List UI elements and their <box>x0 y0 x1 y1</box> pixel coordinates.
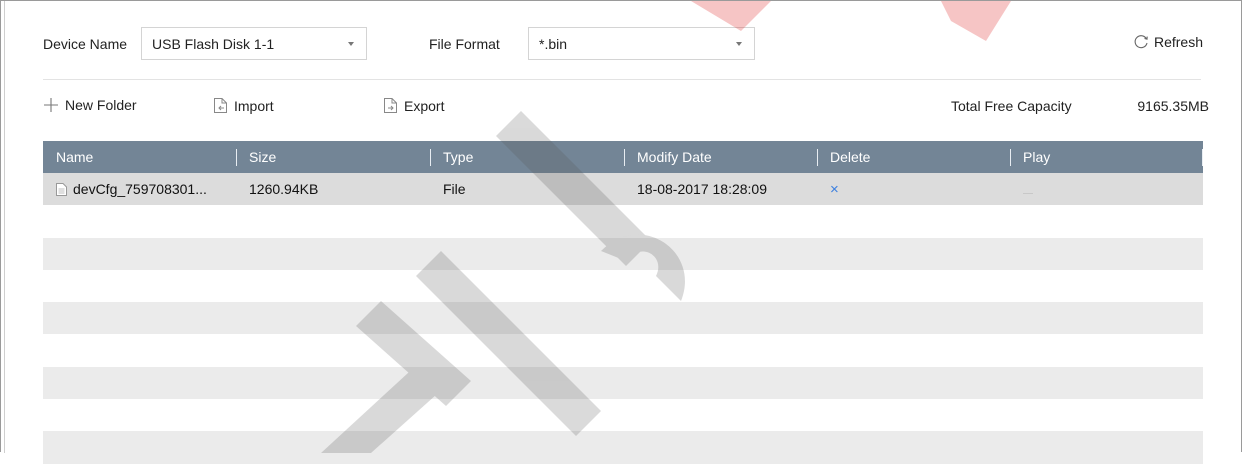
refresh-icon <box>1134 35 1148 49</box>
new-folder-button[interactable]: New Folder <box>43 97 137 113</box>
column-header-play: Play <box>1010 141 1203 173</box>
refresh-button[interactable]: Refresh <box>1132 33 1203 51</box>
refresh-label: Refresh <box>1153 34 1203 50</box>
table-row-empty <box>43 302 1203 335</box>
cell-name: devCfg_759708301... <box>43 181 236 197</box>
table-header: Name Size Type Modify Date Delete Play <box>43 141 1203 173</box>
cell-size: 1260.94KB <box>249 181 319 198</box>
table-row-empty <box>43 334 1203 367</box>
file-name: devCfg_759708301... <box>73 181 207 198</box>
column-header-name[interactable]: Name <box>43 141 236 173</box>
export-icon <box>384 98 397 113</box>
cell-play <box>1010 181 1203 197</box>
file-icon <box>56 182 67 196</box>
device-name-label: Device Name <box>43 36 128 52</box>
plus-icon <box>44 98 58 112</box>
table-body: devCfg_759708301... 1260.94KB File 18-08… <box>43 173 1203 464</box>
file-browser-panel: Device Name USB Flash Disk 1-1 File Form… <box>0 0 1242 464</box>
import-label: Import <box>234 97 274 114</box>
table-row-empty <box>43 431 1203 464</box>
file-table: Name Size Type Modify Date Delete Play d… <box>43 141 1203 464</box>
divider <box>43 79 1201 80</box>
table-row[interactable]: devCfg_759708301... 1260.94KB File 18-08… <box>43 173 1203 206</box>
column-header-modify-date[interactable]: Modify Date <box>624 141 817 173</box>
table-row-empty <box>43 366 1203 400</box>
export-label: Export <box>404 97 445 114</box>
column-header-type[interactable]: Type <box>430 141 624 173</box>
panel-edge <box>4 1 5 453</box>
chevron-down-icon <box>348 42 354 46</box>
column-header-size[interactable]: Size <box>236 141 430 173</box>
cell-modify-date: 18-08-2017 18:28:09 <box>637 181 767 198</box>
table-row-empty <box>43 205 1203 238</box>
file-format-value: *.bin <box>539 35 568 52</box>
new-folder-label: New Folder <box>65 97 137 113</box>
file-format-label: File Format <box>429 36 500 52</box>
import-icon <box>214 98 227 113</box>
table-row-empty <box>43 399 1203 432</box>
export-button[interactable]: Export <box>383 97 444 114</box>
delete-icon[interactable]: × <box>830 181 839 198</box>
file-format-select[interactable]: *.bin <box>528 27 755 60</box>
capacity-label: Total Free Capacity <box>951 98 1072 114</box>
table-row-empty <box>43 237 1203 270</box>
cell-type: File <box>443 181 466 198</box>
table-row-empty <box>43 269 1203 303</box>
device-name-select[interactable]: USB Flash Disk 1-1 <box>141 27 367 60</box>
import-button[interactable]: Import <box>213 97 274 114</box>
column-header-delete: Delete <box>817 141 1010 173</box>
chevron-down-icon <box>736 42 742 46</box>
capacity-value: 9165.35MB <box>1137 98 1209 114</box>
play-disabled-indicator <box>1023 193 1033 195</box>
cell-delete: × <box>817 181 1010 198</box>
device-name-value: USB Flash Disk 1-1 <box>152 35 275 52</box>
